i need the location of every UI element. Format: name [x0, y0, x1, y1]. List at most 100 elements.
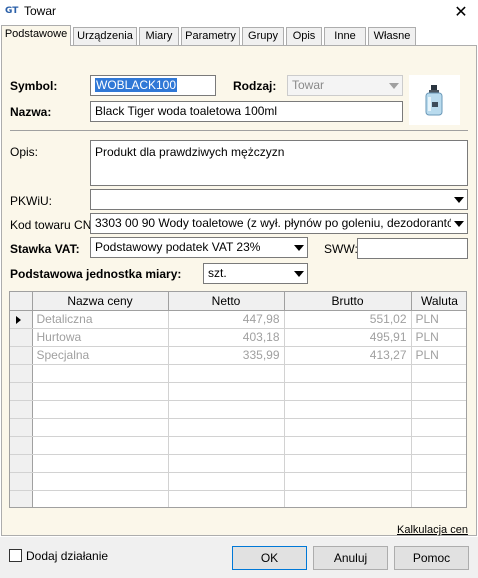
table-cell[interactable] — [284, 472, 412, 491]
empty-row[interactable] — [10, 436, 466, 455]
table-cell[interactable] — [32, 418, 169, 437]
table-cell[interactable] — [284, 454, 412, 473]
table-cell[interactable] — [284, 400, 412, 419]
table-cell[interactable] — [411, 400, 466, 419]
table-cell[interactable]: 403,18 — [168, 328, 285, 347]
empty-row[interactable] — [10, 400, 466, 419]
row-indicator — [10, 328, 33, 347]
opis-label: Opis: — [10, 145, 39, 159]
price-grid[interactable]: Nazwa ceny Netto Brutto Waluta Detaliczn… — [9, 291, 467, 508]
chevron-down-icon — [386, 76, 402, 95]
table-cell[interactable] — [411, 490, 466, 507]
kalkulacja-cen-link[interactable]: Kalkulacja cen — [397, 524, 468, 536]
table-cell[interactable]: PLN — [411, 346, 466, 365]
help-button[interactable]: Pomoc — [394, 546, 469, 570]
column-header[interactable]: Brutto — [284, 292, 412, 311]
row-indicator — [10, 400, 33, 419]
empty-row[interactable] — [10, 364, 466, 383]
table-cell[interactable] — [32, 436, 169, 455]
empty-row[interactable] — [10, 454, 466, 473]
unit-value: szt. — [208, 266, 227, 280]
row-indicator — [10, 346, 33, 365]
empty-row[interactable] — [10, 490, 466, 507]
opis-textarea[interactable]: Produkt dla prawdziwych mężczyzn — [90, 140, 468, 186]
close-icon[interactable]: ✕ — [444, 0, 478, 24]
table-cell[interactable] — [32, 490, 169, 507]
sww-input[interactable] — [357, 238, 468, 259]
table-cell[interactable]: PLN — [411, 328, 466, 347]
table-cell[interactable]: 413,27 — [284, 346, 412, 365]
table-cell[interactable]: 335,99 — [168, 346, 285, 365]
table-row[interactable]: Detaliczna 447,98 551,02 PLN — [10, 310, 466, 329]
unit-select[interactable]: szt. — [203, 263, 308, 284]
table-cell[interactable] — [284, 490, 412, 507]
table-cell[interactable] — [168, 400, 285, 419]
row-indicator-header — [10, 292, 33, 311]
empty-row[interactable] — [10, 382, 466, 401]
table-cell[interactable]: 495,91 — [284, 328, 412, 347]
table-row[interactable]: Specjalna 335,99 413,27 PLN — [10, 346, 466, 365]
table-cell[interactable]: Specjalna — [32, 346, 169, 365]
table-cell[interactable] — [32, 472, 169, 491]
table-cell[interactable]: 447,98 — [168, 310, 285, 329]
divider — [10, 130, 468, 131]
table-cell[interactable] — [284, 418, 412, 437]
table-cell[interactable]: Detaliczna — [32, 310, 169, 329]
tab-grupy[interactable]: Grupy — [242, 27, 284, 45]
table-cell[interactable] — [168, 490, 285, 507]
table-cell[interactable] — [168, 454, 285, 473]
product-image[interactable] — [409, 75, 460, 125]
column-header[interactable]: Nazwa ceny — [32, 292, 169, 311]
table-cell[interactable] — [168, 382, 285, 401]
tab-podstawowe[interactable]: Podstawowe — [1, 25, 71, 46]
chevron-down-icon — [451, 214, 467, 233]
empty-row[interactable] — [10, 472, 466, 491]
table-cell[interactable] — [411, 382, 466, 401]
table-cell[interactable] — [32, 454, 169, 473]
table-cell[interactable]: PLN — [411, 310, 466, 329]
sww-label: SWW: — [324, 242, 358, 256]
table-cell[interactable]: Hurtowa — [32, 328, 169, 347]
table-cell[interactable] — [32, 382, 169, 401]
tab-urzadzenia[interactable]: Urządzenia — [73, 27, 137, 45]
vat-select[interactable]: Podstawowy podatek VAT 23% — [90, 237, 308, 258]
cancel-button[interactable]: Anuluj — [313, 546, 388, 570]
table-cell[interactable] — [32, 400, 169, 419]
table-cell[interactable] — [284, 436, 412, 455]
row-indicator — [10, 364, 33, 383]
symbol-input[interactable]: WOBLACK100 — [90, 75, 216, 96]
table-cell[interactable] — [168, 436, 285, 455]
tab-strip: Podstawowe Urządzenia Miary Parametry Gr… — [0, 25, 478, 46]
column-header[interactable]: Netto — [168, 292, 285, 311]
ok-button[interactable]: OK — [232, 546, 307, 570]
table-cell[interactable] — [168, 364, 285, 383]
table-cell[interactable] — [32, 364, 169, 383]
table-cell[interactable] — [411, 454, 466, 473]
cn-label: Kod towaru CN: — [10, 218, 95, 232]
add-action-checkbox[interactable] — [9, 549, 22, 562]
table-cell[interactable] — [168, 472, 285, 491]
table-cell[interactable] — [168, 418, 285, 437]
add-action-label: Dodaj działanie — [26, 549, 109, 563]
table-cell[interactable] — [411, 418, 466, 437]
rodzaj-select[interactable]: Towar — [287, 75, 403, 96]
cn-select[interactable]: 3303 00 90 Wody toaletowe (z wył. płynów… — [90, 213, 468, 234]
tab-opis[interactable]: Opis — [286, 27, 322, 45]
tab-miary[interactable]: Miary — [139, 27, 179, 45]
column-header[interactable]: Waluta — [411, 292, 466, 311]
table-cell[interactable]: 551,02 — [284, 310, 412, 329]
table-row[interactable]: Hurtowa 403,18 495,91 PLN — [10, 328, 466, 347]
pkwiu-select[interactable] — [90, 189, 468, 210]
symbol-value: WOBLACK100 — [95, 78, 178, 92]
table-cell[interactable] — [411, 364, 466, 383]
table-cell[interactable] — [411, 436, 466, 455]
table-cell[interactable] — [284, 364, 412, 383]
nazwa-input[interactable]: Black Tiger woda toaletowa 100ml — [90, 101, 403, 122]
tab-parametry[interactable]: Parametry — [181, 27, 240, 45]
table-cell[interactable] — [411, 472, 466, 491]
tab-inne[interactable]: Inne — [324, 27, 366, 45]
table-cell[interactable] — [284, 382, 412, 401]
tab-wlasne[interactable]: Własne — [368, 27, 416, 45]
empty-row[interactable] — [10, 418, 466, 437]
rodzaj-label: Rodzaj: — [233, 79, 277, 93]
